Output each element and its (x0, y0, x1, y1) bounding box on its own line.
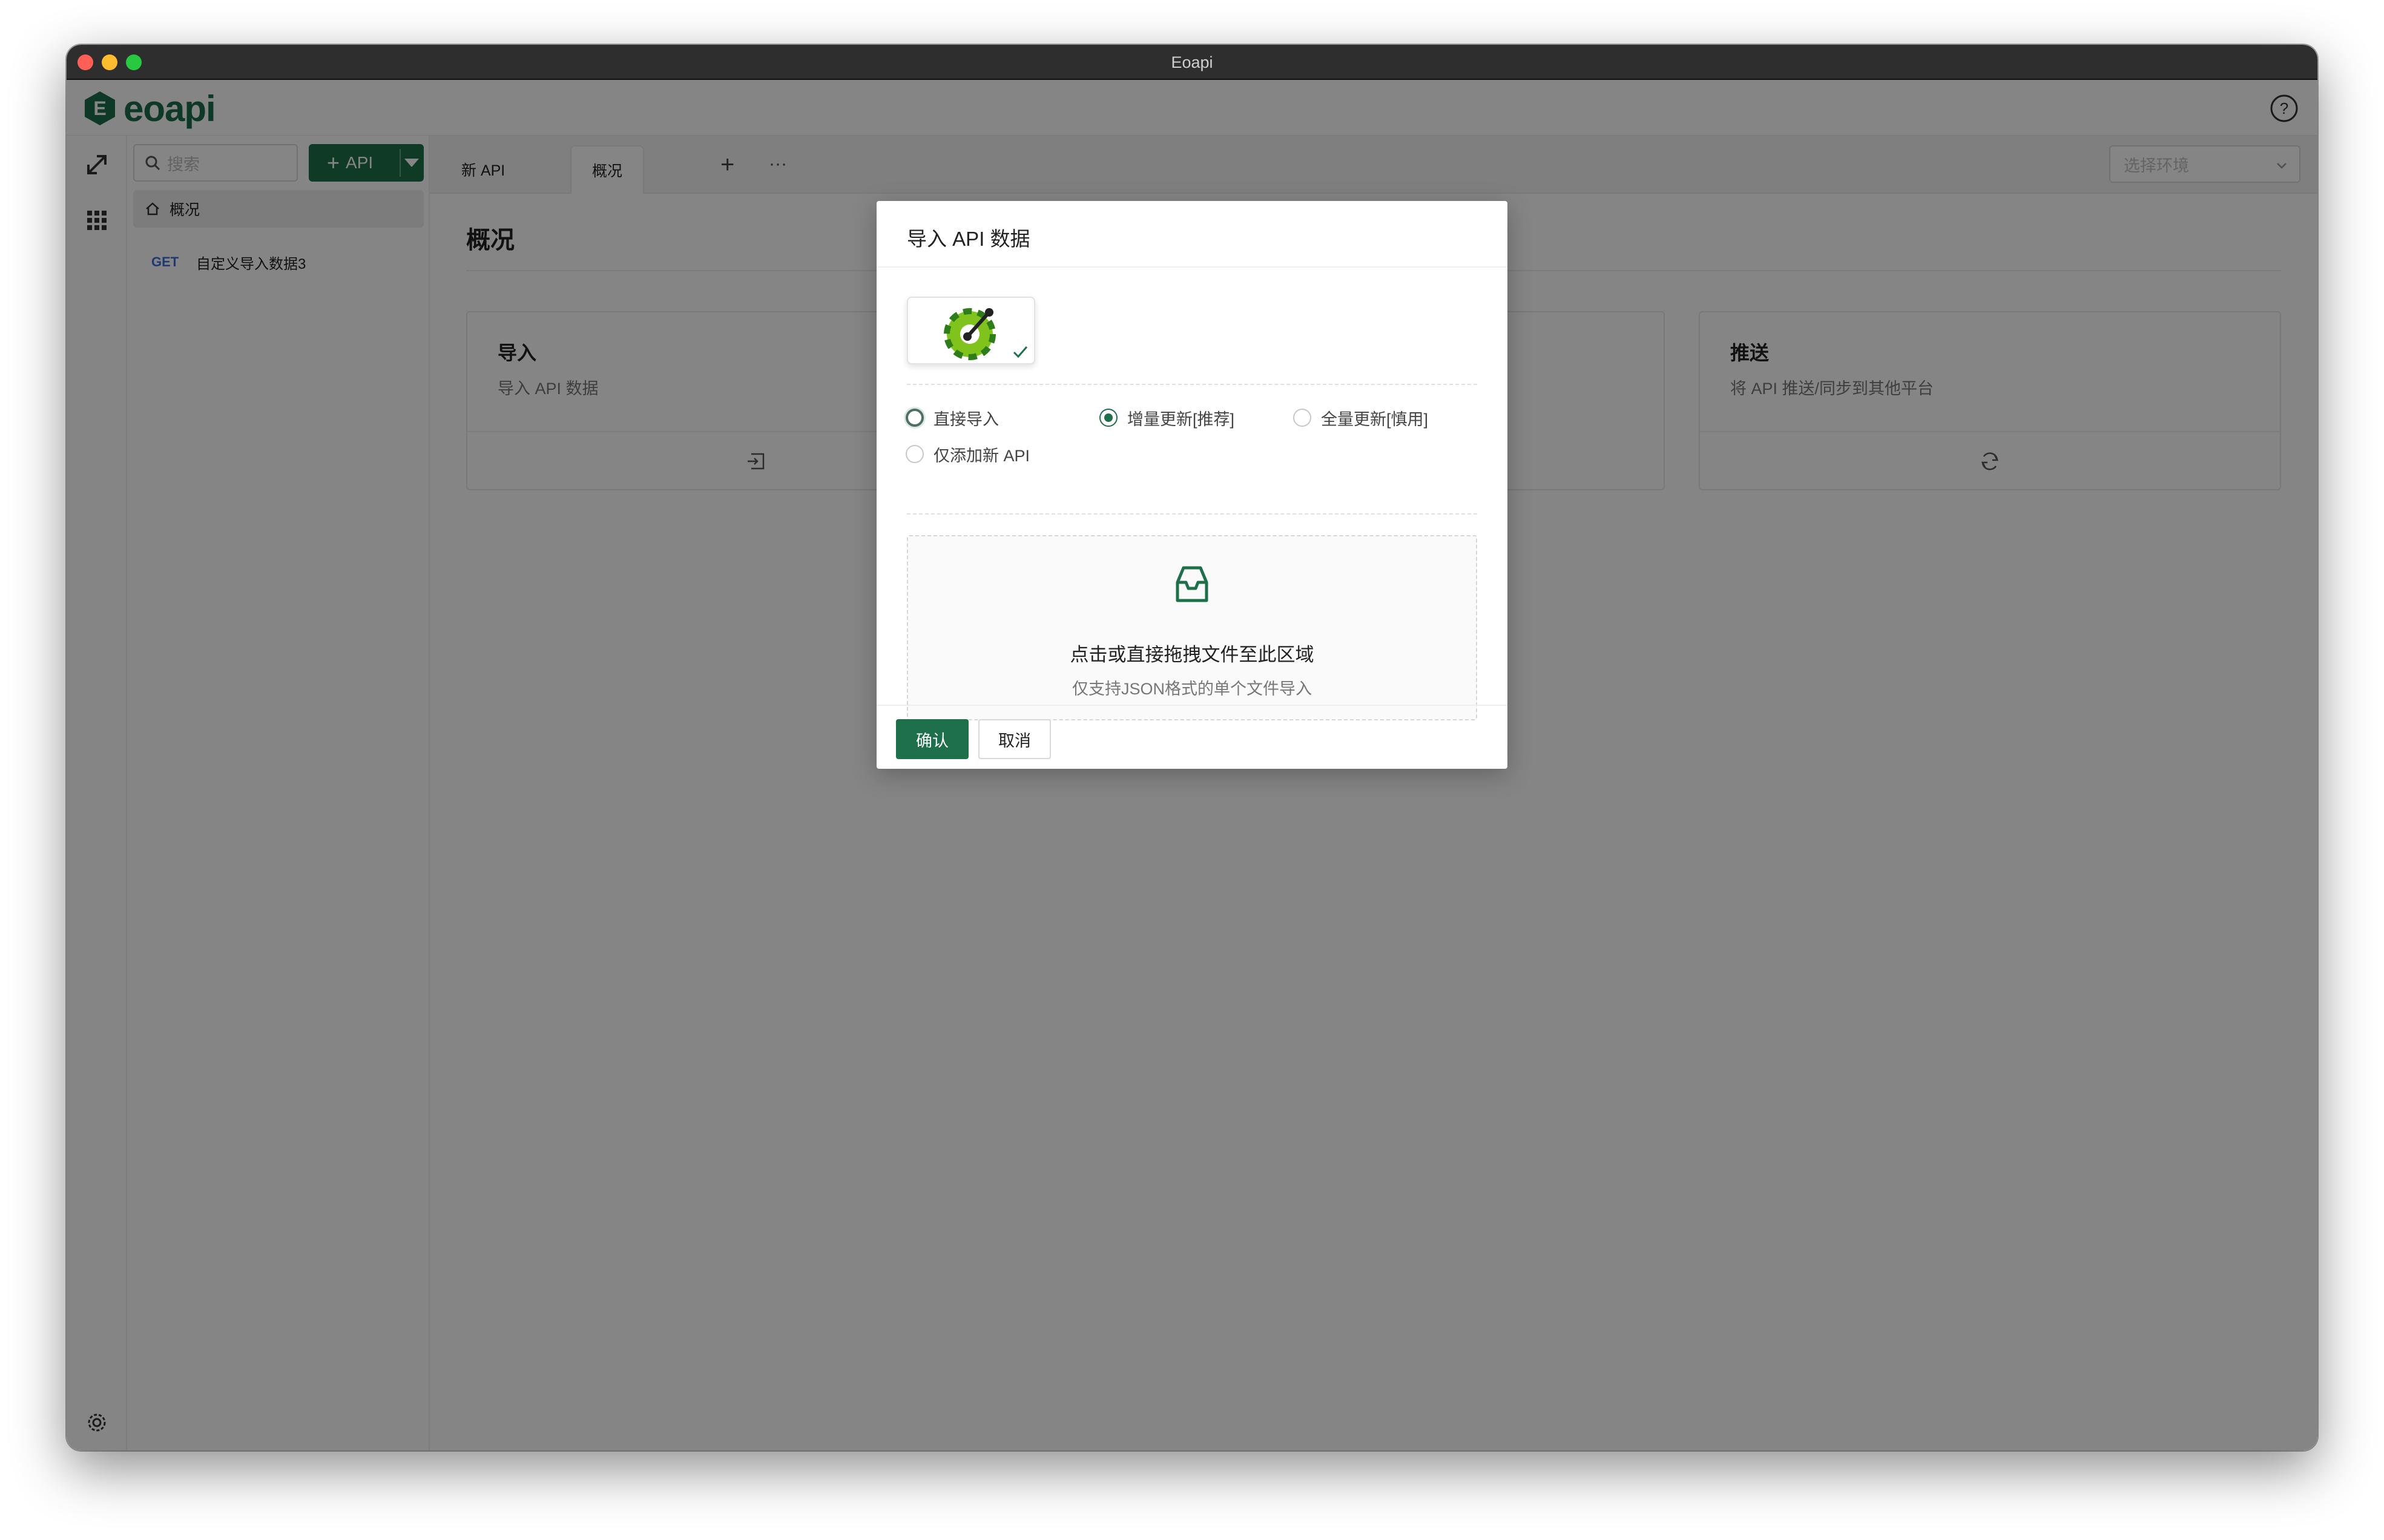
cancel-button[interactable]: 取消 (978, 719, 1051, 759)
radio-button[interactable] (906, 409, 924, 427)
file-dropzone[interactable]: 点击或直接拖拽文件至此区域 仅支持JSON格式的单个文件导入 (907, 535, 1477, 720)
section-divider (907, 384, 1477, 385)
format-option-swagger[interactable] (907, 297, 1035, 364)
radio-label: 全量更新[慎用] (1321, 410, 1429, 429)
swagger-logo-icon (944, 308, 996, 360)
window-title: Eoapi (1171, 53, 1213, 71)
check-icon (1013, 346, 1028, 358)
radio-button[interactable] (906, 445, 924, 463)
inbox-icon (1176, 566, 1208, 602)
modal-header: 导入 API 数据 (877, 201, 1507, 268)
radio-label: 直接导入 (934, 410, 999, 429)
radio-label: 增量更新[推荐] (1127, 410, 1235, 429)
radio-button[interactable] (1293, 409, 1311, 427)
modal-title: 导入 API 数据 (907, 228, 1030, 250)
radio-incremental-update[interactable]: 增量更新[推荐] (1099, 404, 1234, 431)
title-bar: Eoapi (67, 45, 2317, 80)
dropzone-title: 点击或直接拖拽文件至此区域 (1070, 644, 1314, 665)
radio-label: 仅添加新 API (934, 446, 1030, 465)
dropzone-hint: 仅支持JSON格式的单个文件导入 (1072, 680, 1312, 698)
radio-add-new-only[interactable]: 仅添加新 API (906, 441, 1030, 467)
confirm-button[interactable]: 确认 (896, 719, 969, 759)
radio-full-update[interactable]: 全量更新[慎用] (1293, 404, 1428, 431)
modal-footer: 确认 取消 (877, 705, 1507, 769)
section-divider (907, 513, 1477, 515)
radio-direct-import[interactable]: 直接导入 (906, 404, 999, 431)
radio-button[interactable] (1099, 409, 1118, 427)
import-modal: 导入 API 数据 直接导入 增量更新[推荐] 全量更新[慎用] 仅添加新 AP… (877, 201, 1507, 769)
app-window: Eoapi E eoapi ? 搜索 + API 概况 GET 自定义导入数据3… (67, 45, 2317, 1450)
